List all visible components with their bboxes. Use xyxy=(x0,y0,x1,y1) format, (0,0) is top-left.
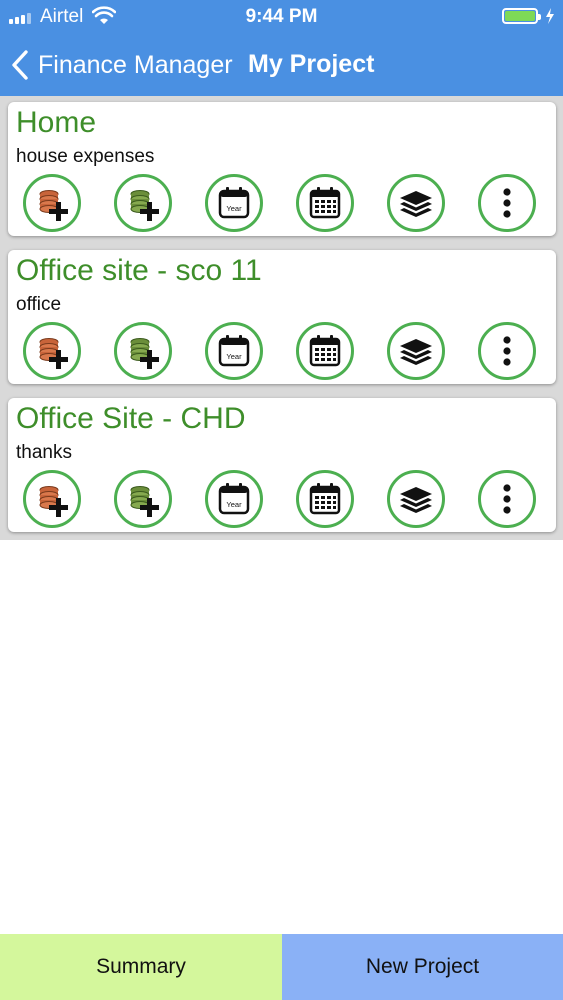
add-income-coins-icon xyxy=(130,190,159,221)
add-expense-coins-icon xyxy=(39,338,68,369)
add-income-coins-icon xyxy=(130,338,159,369)
project-description: thanks xyxy=(16,442,72,463)
layers-icon xyxy=(400,191,432,217)
project-card[interactable]: Home house expenses Year xyxy=(8,102,556,236)
status-time: 9:44 PM xyxy=(245,6,318,27)
charging-bolt-icon xyxy=(546,8,554,24)
month-calendar-icon xyxy=(309,187,341,219)
more-options-button[interactable] xyxy=(478,470,536,528)
svg-text:Year: Year xyxy=(226,500,242,509)
yearly-view-button[interactable]: Year xyxy=(205,174,263,232)
project-actions: Year xyxy=(8,174,556,236)
navigation-bar: Finance Manager My Project xyxy=(0,34,563,96)
project-list: Home house expenses Year Office site - s… xyxy=(0,96,563,540)
monthly-view-button[interactable] xyxy=(296,470,354,528)
yearly-view-button[interactable]: Year xyxy=(205,322,263,380)
add-income-button[interactable] xyxy=(114,322,172,380)
categories-button[interactable] xyxy=(387,470,445,528)
battery-icon xyxy=(502,8,541,24)
project-card[interactable]: Office site - sco 11 office Year xyxy=(8,250,556,384)
categories-button[interactable] xyxy=(387,322,445,380)
add-expense-button[interactable] xyxy=(23,174,81,232)
year-calendar-icon: Year xyxy=(218,483,250,515)
more-vertical-icon xyxy=(503,484,511,514)
project-description: office xyxy=(16,294,62,315)
summary-button-label: Summary xyxy=(96,955,186,978)
layers-icon xyxy=(400,487,432,513)
page-title: My Project xyxy=(248,50,375,78)
monthly-view-button[interactable] xyxy=(296,174,354,232)
more-vertical-icon xyxy=(503,336,511,366)
project-actions: Year xyxy=(8,470,556,532)
project-description: house expenses xyxy=(16,146,155,167)
more-vertical-icon xyxy=(503,188,511,218)
add-expense-button[interactable] xyxy=(23,322,81,380)
layers-icon xyxy=(400,339,432,365)
categories-button[interactable] xyxy=(387,174,445,232)
project-card[interactable]: Office Site - CHD thanks Year xyxy=(8,398,556,532)
add-income-button[interactable] xyxy=(114,174,172,232)
add-expense-button[interactable] xyxy=(23,470,81,528)
chevron-left-icon xyxy=(12,50,28,80)
status-bar: Airtel 9:44 PM xyxy=(0,0,563,34)
svg-text:Year: Year xyxy=(226,204,242,213)
new-project-button[interactable]: New Project xyxy=(282,934,563,1000)
back-button[interactable]: Finance Manager xyxy=(10,46,233,84)
month-calendar-icon xyxy=(309,335,341,367)
back-button-label: Finance Manager xyxy=(38,50,233,79)
new-project-button-label: New Project xyxy=(365,955,480,978)
more-options-button[interactable] xyxy=(478,322,536,380)
svg-text:Year: Year xyxy=(226,352,242,361)
summary-button[interactable]: Summary xyxy=(0,934,282,1000)
add-income-button[interactable] xyxy=(114,470,172,528)
add-expense-coins-icon xyxy=(39,486,68,517)
project-title: Home xyxy=(16,106,97,139)
project-actions: Year xyxy=(8,322,556,384)
year-calendar-icon: Year xyxy=(218,335,250,367)
monthly-view-button[interactable] xyxy=(296,322,354,380)
add-expense-coins-icon xyxy=(39,190,68,221)
add-income-coins-icon xyxy=(130,486,159,517)
more-options-button[interactable] xyxy=(478,174,536,232)
yearly-view-button[interactable]: Year xyxy=(205,470,263,528)
project-title: Office site - sco 11 xyxy=(16,254,262,287)
top-bar: Airtel 9:44 PM Finance Manager My Projec… xyxy=(0,0,563,96)
month-calendar-icon xyxy=(309,483,341,515)
year-calendar-icon: Year xyxy=(218,187,250,219)
project-title: Office Site - CHD xyxy=(16,402,246,435)
